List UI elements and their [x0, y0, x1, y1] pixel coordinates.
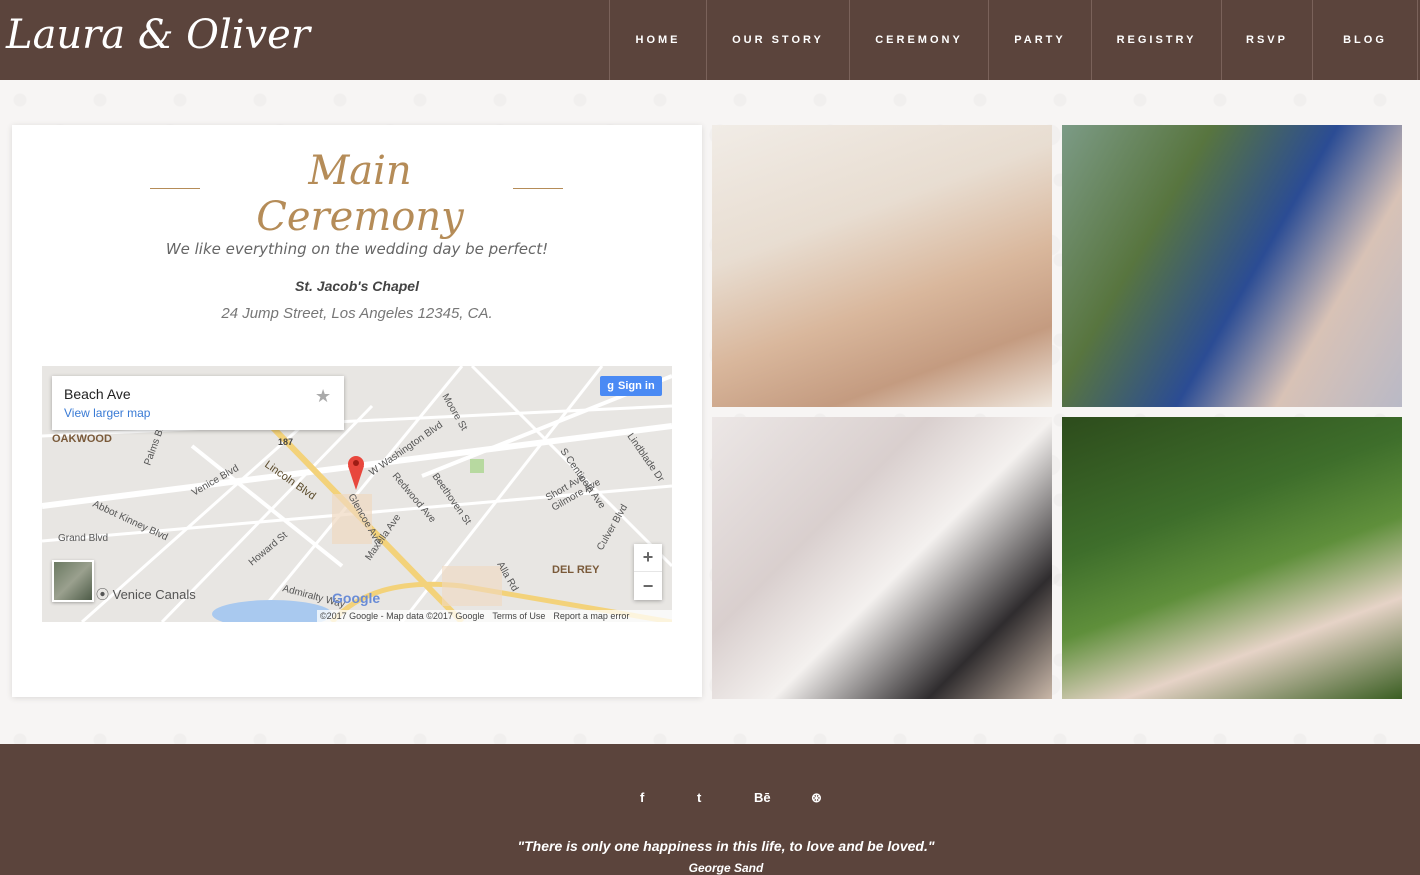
main-nav: HOME OUR STORY CEREMONY PARTY REGISTRY R… — [609, 0, 1418, 80]
map-report-link[interactable]: Report a map error — [553, 611, 629, 621]
map-signin-button[interactable]: g Sign in — [600, 376, 662, 396]
twitter-icon[interactable]: t — [697, 790, 754, 806]
title-divider-right — [513, 188, 563, 189]
map-place-name: Beach Ave — [64, 386, 131, 402]
map-terms-link[interactable]: Terms of Use — [492, 611, 545, 621]
nav-ceremony[interactable]: CEREMONY — [849, 0, 988, 80]
map-attribution: ©2017 Google - Map data ©2017 Google Ter… — [317, 610, 672, 622]
nav-registry[interactable]: REGISTRY — [1091, 0, 1221, 80]
map-label-venice-canals: ⦿ Venice Canals — [96, 584, 196, 603]
view-larger-map-link[interactable]: View larger map — [64, 406, 150, 420]
site-footer: f t Bē ⊛ "There is only one happiness in… — [0, 744, 1420, 875]
signin-label: Sign in — [618, 380, 655, 392]
nav-blog[interactable]: BLOG — [1312, 0, 1418, 80]
dribbble-icon[interactable]: ⊛ — [811, 790, 868, 806]
nav-party[interactable]: PARTY — [988, 0, 1091, 80]
photo-cake-toppers[interactable] — [712, 417, 1052, 699]
map-zoom-control: + − — [634, 544, 662, 600]
nav-our-story[interactable]: OUR STORY — [706, 0, 849, 80]
star-icon[interactable]: ★ — [315, 386, 331, 407]
map-street-label: 187 — [278, 437, 293, 447]
social-links: f t Bē ⊛ — [640, 790, 868, 806]
satellite-toggle[interactable] — [52, 560, 94, 602]
footer-quote: "There is only one happiness in this lif… — [517, 838, 935, 854]
footer-quote-author: George Sand — [688, 861, 764, 875]
map-street-label: DEL REY — [552, 564, 600, 576]
place-pin-icon: ⦿ — [96, 587, 113, 602]
map-copyright: ©2017 Google - Map data ©2017 Google — [320, 611, 485, 621]
google-g-icon: g — [607, 380, 615, 392]
google-logo: Google — [332, 590, 381, 606]
ceremony-subtitle: We like everything on the wedding day be… — [165, 240, 549, 258]
photo-bride-guests[interactable] — [1062, 417, 1402, 699]
behance-icon[interactable]: Bē — [754, 790, 811, 806]
facebook-icon[interactable]: f — [640, 790, 697, 806]
nav-home[interactable]: HOME — [609, 0, 706, 80]
title-divider-left — [150, 188, 200, 189]
section-title: Main Ceremony — [256, 148, 464, 240]
zoom-out-button[interactable]: − — [634, 572, 662, 600]
site-logo[interactable]: Laura & Oliver — [6, 12, 310, 58]
photo-couple[interactable] — [1062, 125, 1402, 407]
site-header: Laura & Oliver HOME OUR STORY CEREMONY P… — [0, 0, 1420, 80]
venue-name: St. Jacob's Chapel — [295, 278, 419, 294]
google-map[interactable]: OAKWOOD DEL REY Lincoln Blvd W Washington B… — [42, 366, 672, 622]
map-street-label: Grand Blvd — [58, 533, 108, 544]
map-info-card: Beach Ave View larger map ★ — [52, 376, 344, 430]
zoom-in-button[interactable]: + — [634, 544, 662, 572]
venice-canals-text: Venice Canals — [112, 587, 196, 602]
nav-rsvp[interactable]: RSVP — [1221, 0, 1312, 80]
map-street-label: OAKWOOD — [52, 433, 112, 445]
photo-heart-hands[interactable] — [712, 125, 1052, 407]
venue-address: 24 Jump Street, Los Angeles 12345, CA. — [221, 305, 493, 322]
